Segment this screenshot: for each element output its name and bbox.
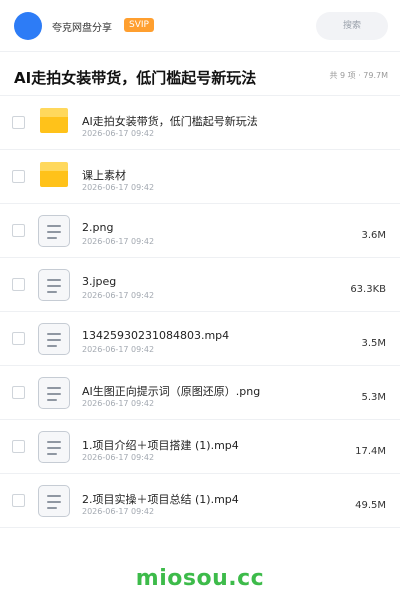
select-checkbox[interactable]: [12, 386, 25, 399]
app-name: 夸克网盘分享: [52, 23, 112, 34]
item-count-meta: 共 9 项 · 79.7M: [329, 71, 388, 80]
file-row[interactable]: 课上素材 2026-06-17 09:42: [0, 150, 400, 204]
file-icon: [38, 323, 70, 355]
svip-badge: SVIP: [124, 18, 154, 32]
select-checkbox[interactable]: [12, 440, 25, 453]
file-row[interactable]: 1.项目介绍＋项目搭建 (1).mp4 2026-06-17 09:42 17.4M: [0, 420, 400, 474]
file-row[interactable]: AI生图正向提示词（原图还原）.png 2026-06-17 09:42 5.3M: [0, 366, 400, 420]
select-checkbox[interactable]: [12, 170, 25, 183]
file-size: 49.5M: [355, 500, 386, 511]
file-size: 5.3M: [361, 392, 386, 403]
header: 夸克网盘分享 SVIP 搜索: [0, 0, 400, 52]
file-icon: [38, 215, 70, 247]
file-size: 17.4M: [355, 446, 386, 457]
file-name: 13425930231084803.mp4: [82, 329, 230, 342]
file-date: 2026-06-17 09:42: [82, 507, 155, 516]
watermark-text: miosou.cc: [135, 566, 265, 591]
file-size: 63.3KB: [350, 284, 386, 295]
file-date: 2026-06-17 09:42: [82, 183, 155, 192]
file-icon: [38, 431, 70, 463]
file-date: 2026-06-17 09:42: [82, 345, 155, 354]
select-checkbox[interactable]: [12, 116, 25, 129]
file-date: 2026-06-17 09:42: [82, 129, 155, 138]
file-name: 课上素材: [82, 169, 126, 182]
select-checkbox[interactable]: [12, 278, 25, 291]
file-date: 2026-06-17 09:42: [82, 291, 155, 300]
file-row[interactable]: 3.jpeg 2026-06-17 09:42 63.3KB: [0, 258, 400, 312]
select-checkbox[interactable]: [12, 494, 25, 507]
avatar[interactable]: [14, 12, 42, 40]
file-name: 1.项目介绍＋项目搭建 (1).mp4: [82, 439, 239, 452]
title-bar: AI走拍女装带货，低门槛起号新玩法 共 9 项 · 79.7M: [0, 52, 400, 96]
file-icon: [38, 485, 70, 517]
file-row[interactable]: AI走拍女装带货，低门槛起号新玩法 2026-06-17 09:42: [0, 96, 400, 150]
file-size: 3.5M: [361, 338, 386, 349]
file-list: AI走拍女装带货，低门槛起号新玩法 2026-06-17 09:42 课上素材 202…: [0, 96, 400, 528]
file-icon: [38, 377, 70, 409]
search-button[interactable]: 搜索: [316, 12, 388, 40]
file-icon: [38, 269, 70, 301]
folder-icon: [38, 107, 70, 139]
file-size: 3.6M: [361, 230, 386, 241]
file-name: AI走拍女装带货，低门槛起号新玩法: [82, 115, 258, 128]
select-checkbox[interactable]: [12, 332, 25, 345]
file-row[interactable]: 13425930231084803.mp4 2026-06-17 09:42 3.5…: [0, 312, 400, 366]
file-date: 2026-06-17 09:42: [82, 453, 155, 462]
file-date: 2026-06-17 09:42: [82, 399, 155, 408]
page-title: AI走拍女装带货，低门槛起号新玩法: [14, 69, 257, 87]
file-name: 2.png: [82, 221, 114, 234]
file-name: 3.jpeg: [82, 275, 117, 288]
file-row[interactable]: 2.png 2026-06-17 09:42 3.6M: [0, 204, 400, 258]
file-date: 2026-06-17 09:42: [82, 237, 155, 246]
file-name: AI生图正向提示词（原图还原）.png: [82, 385, 261, 398]
file-row[interactable]: 2.项目实操＋项目总结 (1).mp4 2026-06-17 09:42 49.5M: [0, 474, 400, 528]
select-checkbox[interactable]: [12, 224, 25, 237]
folder-icon: [38, 161, 70, 193]
file-name: 2.项目实操＋项目总结 (1).mp4: [82, 493, 239, 506]
